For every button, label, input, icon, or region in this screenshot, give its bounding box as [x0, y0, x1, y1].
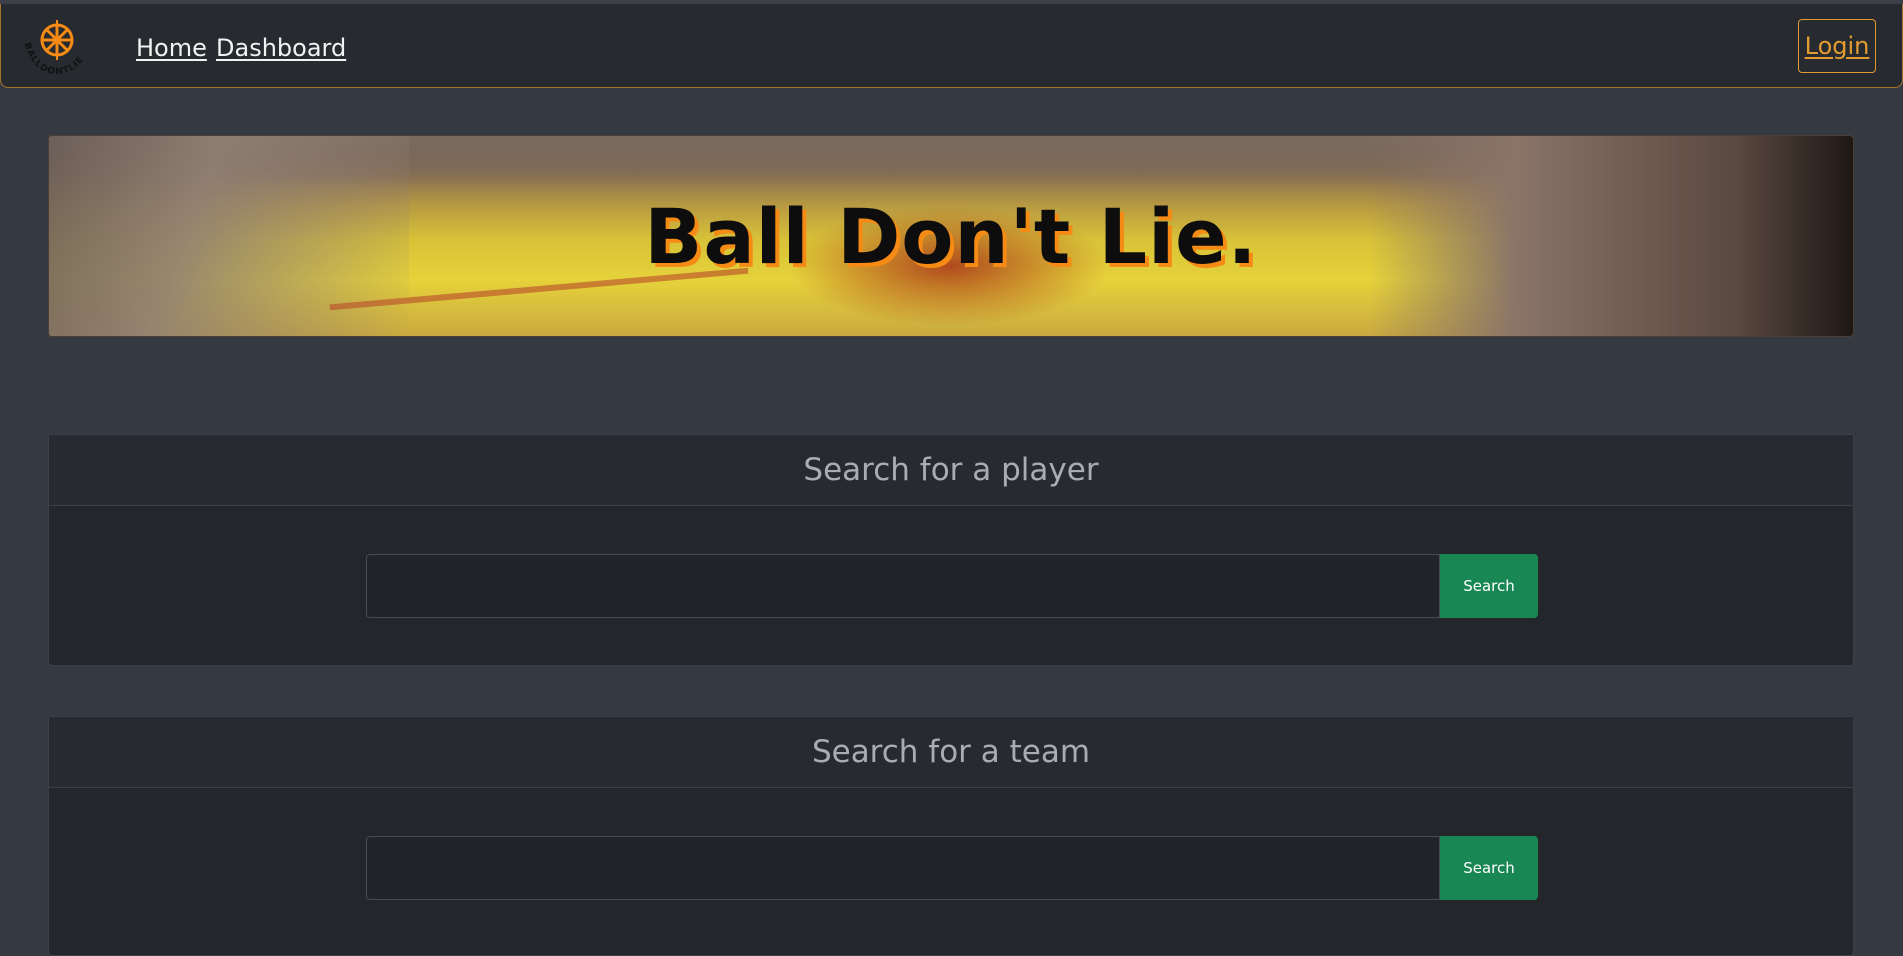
player-search-input[interactable]: [366, 554, 1440, 618]
team-search-heading: Search for a team: [49, 717, 1853, 788]
player-search-form: Search: [366, 554, 1539, 618]
hero-banner: Ball Don't Lie.: [48, 135, 1854, 337]
svg-text:BALLDONTLIE: BALLDONTLIE: [22, 42, 87, 78]
balldontlie-logo[interactable]: BALLDONTLIE: [17, 16, 99, 78]
team-search-input[interactable]: [366, 836, 1440, 900]
hero-title: Ball Don't Lie.: [644, 191, 1258, 281]
logo-wordmark: BALLDONTLIE: [22, 42, 86, 78]
basketball-logo-icon: BALLDONTLIE: [22, 20, 87, 78]
player-search-button[interactable]: Search: [1440, 554, 1538, 618]
player-search-card: Search for a player Search: [48, 434, 1854, 666]
player-search-heading: Search for a player: [49, 435, 1853, 506]
login-button[interactable]: Login: [1798, 19, 1876, 73]
team-search-form: Search: [366, 836, 1539, 900]
top-navbar: BALLDONTLIE Home Dashboard Login: [0, 4, 1903, 88]
nav-home-link[interactable]: Home: [136, 34, 207, 62]
team-search-button[interactable]: Search: [1440, 836, 1538, 900]
nav-dashboard-link[interactable]: Dashboard: [216, 34, 346, 62]
team-search-card: Search for a team Search: [48, 716, 1854, 956]
